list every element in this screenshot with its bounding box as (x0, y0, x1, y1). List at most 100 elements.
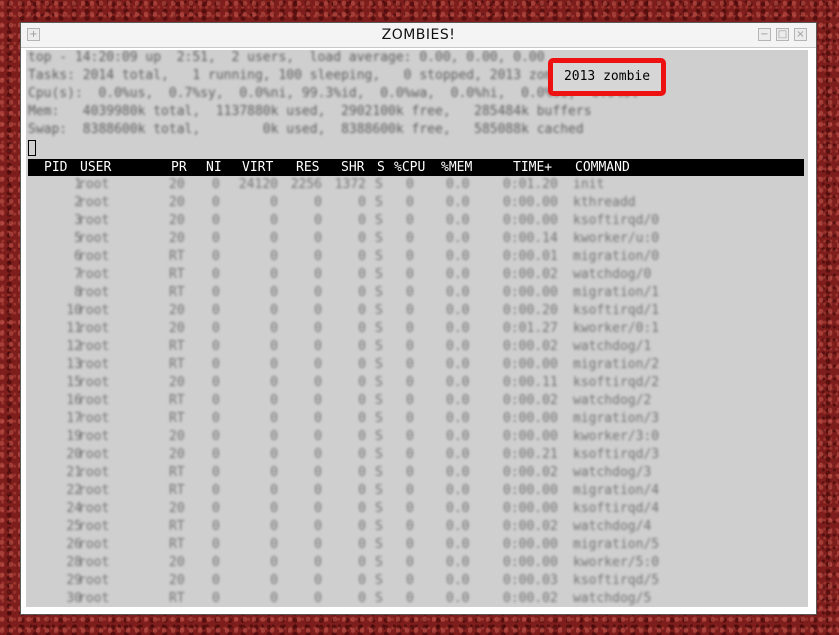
cell-ni: 0 (212, 447, 220, 462)
cell-time: 0:00.02 (503, 519, 558, 534)
cell-cpu: 0 (406, 393, 414, 408)
cell-command: ksoftirqd/4 (573, 501, 660, 516)
title-bar[interactable]: + ZOMBIES! − □ × (21, 23, 816, 48)
cell-s: S (375, 339, 383, 354)
cell-shr: 0 (358, 321, 366, 336)
cell-virt: 0 (270, 483, 278, 498)
terminal-screen[interactable]: top - 14:20:09 up 2:51, 2 users, load av… (26, 50, 808, 607)
cell-shr: 0 (358, 285, 366, 300)
cell-time: 0:00.00 (503, 429, 558, 444)
minimize-icon[interactable]: − (758, 28, 771, 41)
window-title: ZOMBIES! (381, 27, 456, 43)
cell-pid: 28 (66, 555, 82, 570)
cell-pr: RT (169, 483, 185, 498)
cell-s: S (375, 267, 383, 282)
cell-virt: 0 (270, 465, 278, 480)
process-row: 21 root RT 0 0 0 0 S 0 0.0 0:00.02 watchdog/3 (26, 464, 808, 482)
cell-user: root (78, 429, 110, 444)
cell-res: 0 (314, 285, 322, 300)
cell-res: 0 (314, 555, 322, 570)
process-row: 24 root 20 0 0 0 0 S 0 0.0 0:00.00 ksoftirqd/4 (26, 500, 808, 518)
cell-ni: 0 (212, 375, 220, 390)
cell-shr: 0 (358, 555, 366, 570)
cell-s: S (375, 465, 383, 480)
cell-cpu: 0 (406, 447, 414, 462)
cell-cpu: 0 (406, 339, 414, 354)
cell-mem: 0.0 (446, 303, 470, 318)
cell-user: root (78, 213, 110, 228)
process-row: 29 root 20 0 0 0 0 S 0 0.0 0:00.03 ksoftirqd/5 (26, 572, 808, 590)
cell-shr: 1372 (334, 177, 366, 192)
cell-mem: 0.0 (446, 465, 470, 480)
cell-s: S (375, 483, 383, 498)
cell-ni: 0 (212, 267, 220, 282)
cell-cpu: 0 (406, 375, 414, 390)
cell-cpu: 0 (406, 303, 414, 318)
cell-pr: RT (169, 267, 185, 282)
cell-mem: 0.0 (446, 195, 470, 210)
cell-pr: RT (169, 519, 185, 534)
cell-mem: 0.0 (446, 573, 470, 588)
cell-ni: 0 (212, 501, 220, 516)
cell-res: 0 (314, 447, 322, 462)
cell-pid: 5 (74, 231, 82, 246)
cell-cpu: 0 (406, 555, 414, 570)
cell-command: migration/0 (573, 249, 660, 264)
cell-virt: 0 (270, 357, 278, 372)
cell-virt: 0 (270, 519, 278, 534)
cell-command: migration/5 (573, 537, 660, 552)
cell-command: ksoftirqd/5 (573, 573, 660, 588)
process-row: 1 root 20 0 24120 2256 1372 S 0 0.0 0:01.20 init (26, 176, 808, 194)
cell-command: kworker/3:0 (573, 429, 660, 444)
cell-s: S (375, 195, 383, 210)
process-row: 3 root 20 0 0 0 0 S 0 0.0 0:00.00 ksoftirqd/0 (26, 212, 808, 230)
col-user: USER (80, 160, 112, 175)
close-icon[interactable]: × (794, 28, 807, 41)
cell-mem: 0.0 (446, 357, 470, 372)
cell-virt: 0 (270, 249, 278, 264)
cell-shr: 0 (358, 483, 366, 498)
cell-pr: 20 (169, 375, 185, 390)
cell-virt: 0 (270, 321, 278, 336)
col-mem: %MEM (441, 160, 473, 175)
cell-command: watchdog/3 (573, 465, 652, 480)
cell-mem: 0.0 (446, 483, 470, 498)
cell-ni: 0 (212, 393, 220, 408)
cell-cpu: 0 (406, 195, 414, 210)
cell-pr: 20 (169, 177, 185, 192)
terminal-window: + ZOMBIES! − □ × top - 14:20:09 up 2:51,… (20, 22, 817, 615)
cell-pr: RT (169, 285, 185, 300)
cell-shr: 0 (358, 573, 366, 588)
cell-shr: 0 (358, 267, 366, 282)
cell-user: root (78, 339, 110, 354)
cell-time: 0:00.00 (503, 537, 558, 552)
cell-virt: 0 (270, 267, 278, 282)
cell-command: watchdog/0 (573, 267, 652, 282)
cell-shr: 0 (358, 249, 366, 264)
process-row: 30 root RT 0 0 0 0 S 0 0.0 0:00.02 watchdog/5 (26, 590, 808, 607)
cell-cpu: 0 (406, 519, 414, 534)
maximize-icon[interactable]: □ (776, 28, 789, 41)
process-row: 20 root 20 0 0 0 0 S 0 0.0 0:00.21 ksoftirqd/3 (26, 446, 808, 464)
cell-virt: 0 (270, 537, 278, 552)
process-row: 6 root RT 0 0 0 0 S 0 0.0 0:00.01 migration/0 (26, 248, 808, 266)
cell-s: S (375, 321, 383, 336)
cell-time: 0:00.00 (503, 195, 558, 210)
cell-shr: 0 (358, 411, 366, 426)
cell-ni: 0 (212, 303, 220, 318)
cell-time: 0:00.02 (503, 591, 558, 606)
cell-mem: 0.0 (446, 249, 470, 264)
cell-pid: 2 (74, 195, 82, 210)
cell-pid: 16 (66, 393, 82, 408)
cell-res: 0 (314, 483, 322, 498)
cell-mem: 0.0 (446, 177, 470, 192)
cell-ni: 0 (212, 429, 220, 444)
cell-pr: 20 (169, 429, 185, 444)
cell-shr: 0 (358, 537, 366, 552)
cell-virt: 0 (270, 501, 278, 516)
process-row: 10 root 20 0 0 0 0 S 0 0.0 0:00.20 ksoftirqd/1 (26, 302, 808, 320)
cell-ni: 0 (212, 411, 220, 426)
cell-pid: 3 (74, 213, 82, 228)
process-row: 11 root 20 0 0 0 0 S 0 0.0 0:01.27 kworker/0:1 (26, 320, 808, 338)
cell-virt: 0 (270, 375, 278, 390)
